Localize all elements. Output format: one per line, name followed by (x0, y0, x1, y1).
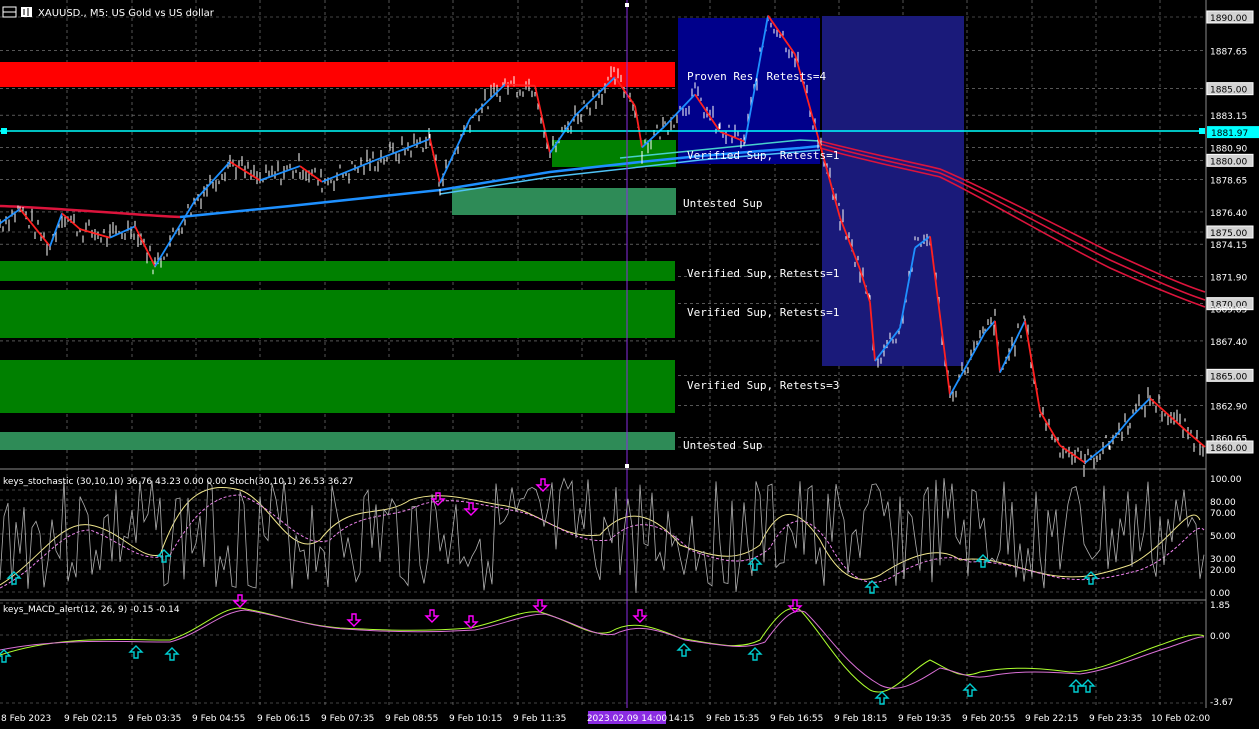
time-label: 8 Feb 2023 (1, 714, 51, 724)
price-label: 1876.40 (1210, 209, 1247, 219)
chart-type-icon[interactable] (21, 7, 32, 17)
price-label: 1875.00 (1210, 229, 1247, 239)
time-label: 9 Feb 11:35 (513, 714, 566, 724)
session-box-1 (678, 18, 820, 164)
zone-support (0, 290, 675, 338)
time-label: 9 Feb 06:15 (257, 714, 310, 724)
time-label: 9 Feb 10:15 (449, 714, 502, 724)
price-label: 1880.00 (1210, 157, 1247, 167)
macd-label: -3.67 (1210, 698, 1233, 708)
zone-label: Verified Sup, Retests=1 (687, 267, 839, 280)
zone-untested (452, 188, 676, 215)
zone-label: Verified Sup, Retests=1 (687, 306, 839, 319)
zone-label: Untested Sup (683, 197, 762, 210)
symbol-title: XAUUSD., M5: US Gold vs US dollar (38, 8, 215, 19)
stoch-label: 80.00 (1210, 498, 1236, 508)
time-label: 9 Feb 15:35 (706, 714, 759, 724)
price-label: 1869.65 (1210, 306, 1247, 316)
zone-label: Verified Sup, Retests=3 (687, 379, 839, 392)
crosshair-time: 2023.02.09 14:00 (587, 714, 668, 724)
time-label: 10 Feb 02:00 (1151, 714, 1210, 724)
price-label: 1867.40 (1210, 338, 1247, 348)
price-label: 1881.97 (1211, 129, 1248, 139)
price-label: 1887.65 (1210, 48, 1247, 58)
time-label: 9 Feb 18:15 (834, 714, 887, 724)
time-label: 9 Feb 02:15 (64, 714, 117, 724)
level-handle-right[interactable] (1199, 128, 1205, 134)
macd-title: keys_MACD_alert(12, 26, 9) -0.15 -0.14 (3, 605, 180, 615)
time-label: 9 Feb 22:15 (1025, 714, 1078, 724)
price-label: 1878.65 (1210, 177, 1247, 187)
stoch-label: 0.00 (1210, 589, 1230, 599)
zone-support (0, 261, 675, 281)
time-label: 9 Feb 07:35 (321, 714, 374, 724)
macd-label: 1.85 (1210, 601, 1230, 611)
stoch-title: keys_stochastic (30,10,10) 36.76 43.23 0… (3, 477, 353, 487)
zone-support (552, 140, 676, 167)
stoch-label: 30.00 (1210, 555, 1236, 565)
time-label: 9 Feb 08:55 (385, 714, 438, 724)
crosshair-handle-bottom[interactable] (625, 464, 629, 468)
stoch-label: 20.00 (1210, 566, 1236, 576)
time-label: 9 Feb 23:35 (1089, 714, 1142, 724)
stoch-label: 50.00 (1210, 532, 1236, 542)
crosshair-handle-top[interactable] (625, 3, 629, 7)
price-label: 1871.90 (1210, 273, 1247, 283)
zone-label: Untested Sup (683, 439, 762, 452)
price-label: 1862.90 (1210, 402, 1247, 412)
time-label: 9 Feb 03:35 (128, 714, 181, 724)
time-label: 9 Feb 19:35 (898, 714, 951, 724)
time-label: 9 Feb 16:55 (770, 714, 823, 724)
session-box-2 (822, 16, 964, 366)
price-label: 1860.00 (1210, 444, 1247, 454)
stoch-label: 70.00 (1210, 509, 1236, 519)
level-handle-left[interactable] (1, 128, 7, 134)
time-label: 9 Feb 04:55 (192, 714, 245, 724)
price-label: 1865.00 (1210, 372, 1247, 382)
zone-label: Verified Sup, Retests=1 (687, 149, 839, 162)
zone-resistance (0, 62, 675, 87)
price-label: 1883.15 (1210, 112, 1247, 122)
price-label: 1885.00 (1210, 86, 1247, 96)
price-label: 1890.00 (1210, 14, 1247, 24)
price-label: 1874.15 (1210, 241, 1247, 251)
zone-untested (0, 432, 675, 450)
trading-chart[interactable]: Proven Res, Retests=4 Verified Sup, Retes… (0, 0, 1259, 729)
time-label: 9 Feb 20:55 (962, 714, 1015, 724)
stoch-label: 100.00 (1210, 475, 1242, 485)
price-label: 1880.90 (1210, 144, 1247, 154)
zone-label: Proven Res, Retests=4 (687, 70, 826, 83)
macd-label: 0.00 (1210, 632, 1230, 642)
zone-support (0, 360, 675, 413)
